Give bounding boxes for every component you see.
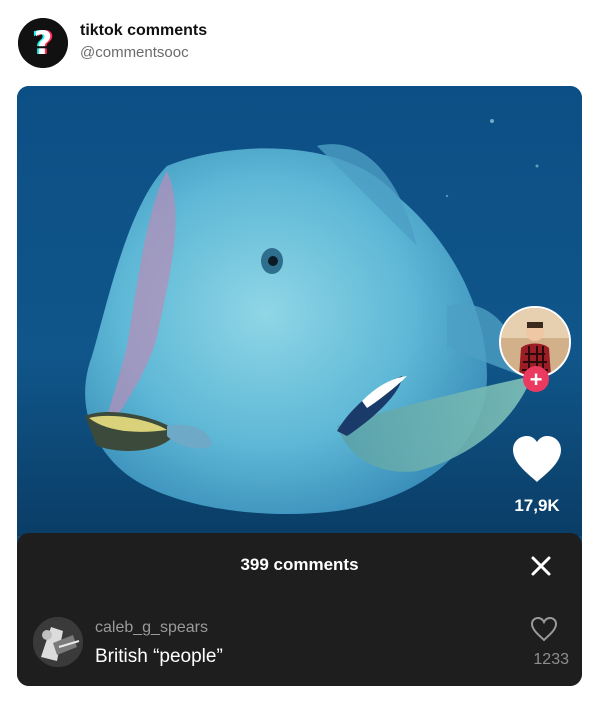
account-header: ? ? ? tiktok comments @commentsooc [18,18,578,68]
comment-like-button[interactable] [529,615,559,643]
like-count: 17,9K [514,496,560,515]
account-name[interactable]: tiktok comments [80,22,207,40]
heart-icon [513,436,561,482]
commenter-avatar[interactable] [33,617,83,667]
comment-text: British “people” [95,646,223,667]
like-button[interactable] [509,434,565,484]
heart-outline-icon [530,616,558,642]
comment-like-count: 1233 [533,651,569,668]
close-button[interactable] [526,551,556,581]
svg-text:?: ? [34,24,53,62]
comments-count-title: 399 comments [240,555,359,574]
plus-icon: + [529,366,543,392]
comment-username[interactable]: caleb_g_spears [95,619,208,637]
follow-button[interactable]: + [523,366,549,392]
comments-sheet: 399 comments caleb_g_spears British “peo… [17,533,582,686]
account-handle[interactable]: @commentsooc [80,44,189,61]
fish-photo [17,86,582,536]
creator-avatar-group: + [499,306,571,392]
close-icon [531,556,551,576]
question-mark-logo-icon: ? ? ? [18,18,68,68]
comment-item: caleb_g_spears British “people” 1233 [33,615,569,675]
video-card[interactable]: + 17,9K 399 comments caleb_g_spears Brit… [17,86,582,686]
